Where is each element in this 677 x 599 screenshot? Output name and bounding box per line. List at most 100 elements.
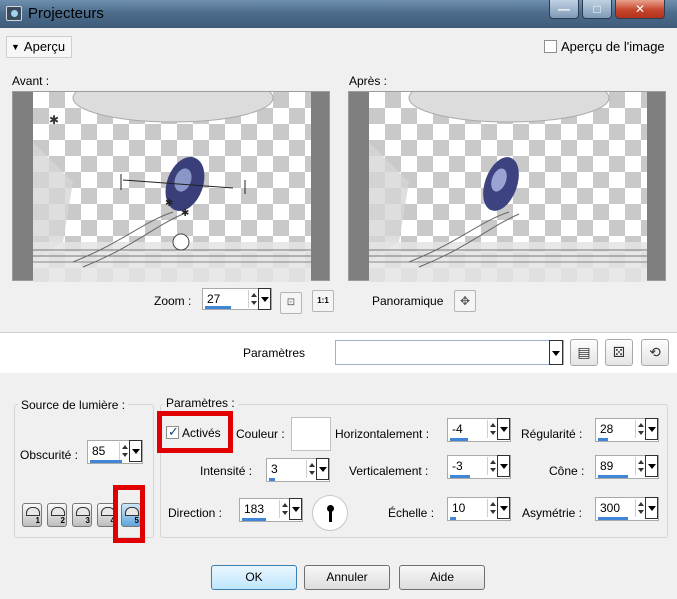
- close-button[interactable]: ✕: [615, 0, 665, 19]
- cone-slider-bar[interactable]: [598, 475, 628, 478]
- horizontal-value[interactable]: -4: [452, 422, 463, 436]
- darkness-label: Obscurité :: [20, 448, 79, 462]
- before-preview[interactable]: ✱ ✱ ✱: [12, 91, 330, 282]
- image-preview-checkbox[interactable]: Aperçu de l'image: [544, 39, 665, 54]
- zoom-stepper[interactable]: 27: [202, 288, 272, 310]
- preview-artwork-result: [369, 92, 647, 282]
- preview-artwork: ✱ ✱ ✱: [33, 92, 311, 282]
- image-preview-checkbox-box[interactable]: [544, 40, 557, 53]
- darkness-spin-arrows[interactable]: [119, 442, 129, 460]
- svg-text:✱: ✱: [165, 198, 173, 209]
- horizontal-slider-bar[interactable]: [450, 438, 468, 441]
- zoom-slider-bar[interactable]: [205, 306, 231, 309]
- after-preview: [348, 91, 666, 282]
- scale-slider-bar[interactable]: [450, 517, 456, 520]
- intensity-stepper[interactable]: 3: [266, 458, 330, 482]
- parameters-title: Paramètres :: [163, 396, 238, 410]
- darkness-dropdown-button[interactable]: [129, 440, 142, 462]
- light-preset-1[interactable]: 1: [22, 503, 42, 527]
- cone-label: Cône :: [549, 464, 585, 478]
- darkness-stepper[interactable]: 85: [87, 440, 143, 464]
- after-label: Après :: [349, 74, 388, 88]
- color-label: Couleur :: [236, 427, 285, 441]
- reset-icon[interactable]: ⟲: [641, 339, 669, 366]
- intensity-spin-arrows[interactable]: [306, 460, 316, 478]
- image-preview-label: Aperçu de l'image: [561, 39, 665, 54]
- direction-dial[interactable]: [312, 495, 348, 531]
- cone-stepper[interactable]: 89: [595, 455, 659, 479]
- direction-spin-arrows[interactable]: [279, 500, 289, 518]
- presets-dropdown-button[interactable]: [549, 340, 563, 365]
- regularity-dropdown-button[interactable]: [645, 418, 658, 440]
- svg-text:✱: ✱: [49, 113, 59, 127]
- save-icon[interactable]: ▤: [570, 339, 598, 366]
- vertical-spin-arrows[interactable]: [487, 457, 497, 475]
- presets-combo[interactable]: [335, 340, 564, 365]
- scale-spin-arrows[interactable]: [487, 499, 497, 517]
- intensity-value[interactable]: 3: [271, 462, 278, 476]
- color-swatch[interactable]: [291, 417, 331, 451]
- vertical-stepper[interactable]: -3: [447, 455, 511, 479]
- scale-value[interactable]: 10: [452, 501, 465, 515]
- asymmetry-slider-bar[interactable]: [598, 517, 628, 520]
- help-button[interactable]: Aide: [399, 565, 485, 590]
- maximize-button[interactable]: □: [582, 0, 612, 19]
- horizontal-dropdown-button[interactable]: [497, 418, 510, 440]
- ok-button[interactable]: OK: [211, 565, 297, 590]
- regularity-spin-arrows[interactable]: [635, 420, 645, 438]
- cone-dropdown-button[interactable]: [645, 455, 658, 477]
- intensity-slider-bar[interactable]: [269, 478, 275, 481]
- vertical-label: Verticalement :: [349, 464, 429, 478]
- fit-icon[interactable]: ⊡: [280, 292, 302, 314]
- vertical-value[interactable]: -3: [452, 459, 463, 473]
- horizontal-label: Horizontalement :: [335, 427, 430, 441]
- preview-toggle-button[interactable]: ▼ Aperçu: [6, 36, 73, 58]
- vertical-dropdown-button[interactable]: [497, 455, 510, 477]
- zoom-value[interactable]: 27: [207, 292, 220, 306]
- asymmetry-dropdown-button[interactable]: [645, 497, 658, 519]
- zoom-label: Zoom :: [154, 294, 192, 308]
- regularity-label: Régularité :: [521, 427, 583, 441]
- light-source-title: Source de lumière :: [18, 398, 129, 412]
- scale-dropdown-button[interactable]: [497, 497, 510, 519]
- light-preset-3[interactable]: 3: [72, 503, 92, 527]
- pan-move-icon[interactable]: ✥: [454, 290, 476, 312]
- regularity-slider-bar[interactable]: [598, 438, 608, 441]
- minimize-button[interactable]: —: [549, 0, 579, 19]
- window-title: Projecteurs: [28, 5, 104, 22]
- light-preset-2[interactable]: 2: [47, 503, 67, 527]
- app-icon: [6, 6, 22, 21]
- preview-toggle-label: Aperçu: [23, 39, 66, 54]
- scale-stepper[interactable]: 10: [447, 497, 511, 521]
- darkness-slider-bar[interactable]: [90, 460, 122, 463]
- cone-spin-arrows[interactable]: [635, 457, 645, 475]
- regularity-stepper[interactable]: 28: [595, 418, 659, 442]
- actual-size-button[interactable]: 1:1: [312, 290, 334, 312]
- horizontal-spin-arrows[interactable]: [487, 420, 497, 438]
- highlight-box-enabled: [157, 411, 233, 453]
- asymmetry-stepper[interactable]: 300: [595, 497, 659, 521]
- intensity-label: Intensité :: [200, 464, 253, 478]
- asymmetry-label: Asymétrie :: [522, 506, 583, 520]
- horizontal-stepper[interactable]: -4: [447, 418, 511, 442]
- regularity-value[interactable]: 28: [600, 422, 613, 436]
- after-preview-canvas: [369, 92, 647, 282]
- dice-icon[interactable]: ⚄: [605, 339, 633, 366]
- svg-text:✱: ✱: [181, 208, 189, 219]
- asymmetry-spin-arrows[interactable]: [635, 499, 645, 517]
- intensity-dropdown-button[interactable]: [316, 458, 329, 480]
- zoom-dropdown-button[interactable]: [258, 288, 271, 310]
- pan-label: Panoramique: [372, 294, 444, 308]
- cone-value[interactable]: 89: [600, 459, 613, 473]
- vertical-slider-bar[interactable]: [450, 475, 470, 478]
- direction-slider-bar[interactable]: [242, 518, 266, 521]
- before-preview-canvas: ✱ ✱ ✱: [33, 92, 311, 282]
- direction-stepper[interactable]: 183: [239, 498, 303, 522]
- cancel-button[interactable]: Annuler: [304, 565, 390, 590]
- zoom-spin-arrows[interactable]: [248, 290, 258, 308]
- asymmetry-value[interactable]: 300: [600, 501, 620, 515]
- presets-label: Paramètres: [243, 346, 306, 360]
- direction-dropdown-button[interactable]: [289, 498, 302, 520]
- direction-value[interactable]: 183: [244, 502, 264, 516]
- darkness-value[interactable]: 85: [92, 444, 105, 458]
